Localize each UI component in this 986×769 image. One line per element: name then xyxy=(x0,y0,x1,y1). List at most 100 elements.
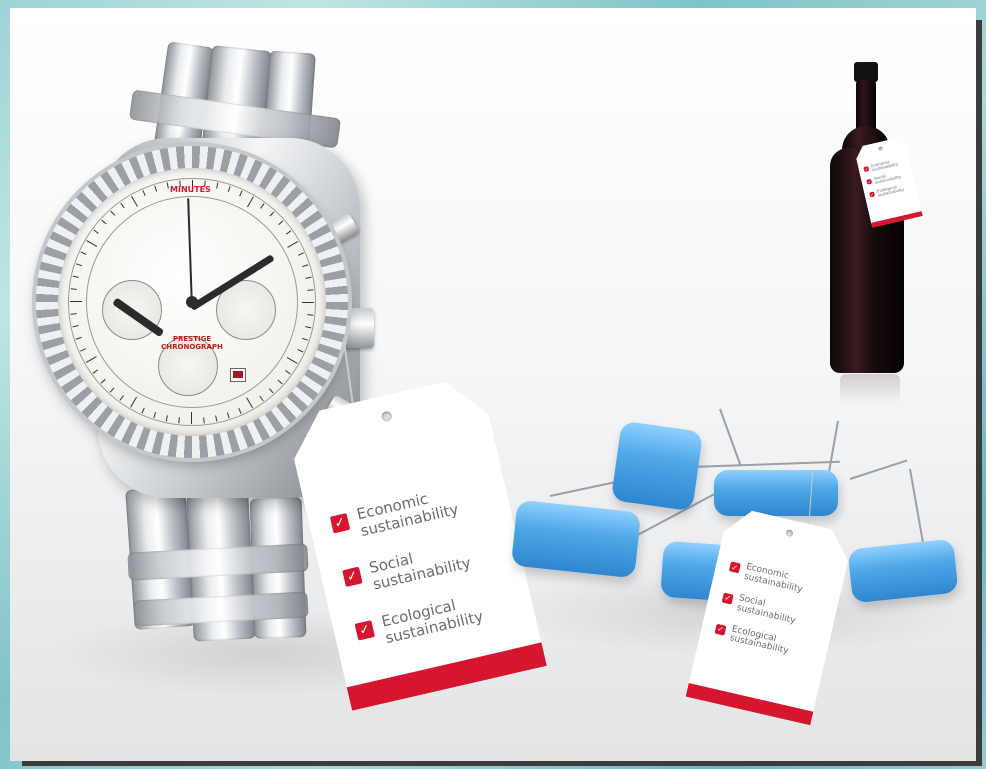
product-photo: MINUTES PRESTIGE CHRONOGRAPH ✓ Economic … xyxy=(10,8,976,761)
dial-tick xyxy=(141,407,145,414)
dial-tick xyxy=(109,387,115,393)
capacitor xyxy=(510,499,642,579)
tag-text: Economic sustainability xyxy=(355,489,461,540)
dial-tick xyxy=(277,379,283,385)
dial-tick xyxy=(307,314,314,316)
dial-tick xyxy=(191,412,192,424)
tag-hole xyxy=(785,529,793,537)
dial-tick xyxy=(203,417,205,424)
dial-tick xyxy=(70,313,77,315)
dial-tick xyxy=(131,195,138,207)
dial-tick xyxy=(286,357,298,364)
dial-tick xyxy=(80,251,87,255)
dial-tick xyxy=(307,289,314,291)
tag-line-economic: ✓ Economic sustainability xyxy=(727,559,805,595)
tag-red-band xyxy=(347,642,547,710)
capacitor xyxy=(847,538,959,604)
dial-tick xyxy=(166,182,169,189)
dial-tick xyxy=(287,241,299,248)
capacitor-lead xyxy=(689,460,840,468)
tag-lines: ✓ Economic sustainability ✓ Social susta… xyxy=(329,484,485,652)
dial-tick xyxy=(110,210,116,216)
dial-text-2: CHRONOGRAPH xyxy=(161,342,223,351)
dial-tick xyxy=(297,252,304,256)
dial-tick xyxy=(93,229,99,234)
dial-tick xyxy=(92,369,99,374)
hands-center xyxy=(186,296,198,308)
tag-line-ecological: ✓ Ecological sustainability xyxy=(713,621,791,657)
dial-tick xyxy=(85,356,97,363)
tag-hole xyxy=(381,410,393,422)
dial-tick xyxy=(269,211,275,217)
check-icon: ✓ xyxy=(723,593,733,604)
dial-tick xyxy=(278,220,284,226)
capacitor-lead xyxy=(719,408,742,466)
tag-line-economic: ✓ Economic sustainability xyxy=(329,484,460,545)
dial-tick xyxy=(246,397,253,409)
dial-tick xyxy=(165,415,168,422)
dial-tick xyxy=(72,275,79,278)
dial-tick xyxy=(86,240,98,247)
tag-text: Social sustainability xyxy=(367,549,473,594)
dial-tick xyxy=(305,276,312,279)
date-indicator xyxy=(233,371,243,378)
dial-tick xyxy=(70,288,77,290)
dial-tick xyxy=(302,264,309,268)
dial-brand: PRESTIGE CHRONOGRAPH xyxy=(58,335,326,351)
tag-hole xyxy=(878,146,883,151)
tag-lines: ✓ Economic sustainability ✓ Social susta… xyxy=(863,158,904,199)
tag-text: Ecological sustainability xyxy=(876,183,905,198)
tag-text: Social sustainability xyxy=(735,593,797,626)
dial-tick xyxy=(130,396,137,408)
dial-tick xyxy=(259,395,264,402)
check-icon: ✓ xyxy=(866,178,872,185)
bottle-reflection xyxy=(840,374,900,404)
tag-text: Ecological sustainability xyxy=(728,623,790,657)
tag-line-social: ✓ Social sustainability xyxy=(720,590,798,626)
sustainability-tag-medium: ✓ Economic sustainability ✓ Social susta… xyxy=(686,506,855,726)
dial-tick xyxy=(142,190,146,197)
dial-tick xyxy=(227,185,231,192)
dial-tick xyxy=(216,182,219,189)
check-icon: ✓ xyxy=(869,191,875,197)
dial-tick xyxy=(72,325,79,328)
dial-tick xyxy=(178,417,180,424)
watch-dial: MINUTES PRESTIGE CHRONOGRAPH xyxy=(58,168,326,436)
dial-tick xyxy=(268,388,274,394)
dial-tick xyxy=(100,378,106,384)
dial-tick xyxy=(260,203,265,209)
dial-tick xyxy=(154,185,158,192)
check-icon: ✓ xyxy=(716,624,725,635)
dial-tick xyxy=(226,412,230,419)
check-icon: ✓ xyxy=(330,513,350,533)
tag-text: Ecological sustainability xyxy=(379,596,485,647)
minutes-label: MINUTES xyxy=(170,185,211,194)
dial-tick xyxy=(101,219,107,225)
tag-text: Social sustainability xyxy=(873,173,902,186)
dial-tick xyxy=(215,415,218,422)
check-icon: ✓ xyxy=(342,567,362,587)
date-window xyxy=(230,368,246,382)
dial-tick xyxy=(75,263,82,267)
tag-line-ecological: ✓ Ecological sustainability xyxy=(354,592,485,653)
dial-tick xyxy=(120,202,125,209)
tag-lines: ✓ Economic sustainability ✓ Social susta… xyxy=(713,559,806,657)
dial-tick xyxy=(247,196,254,208)
tag-line-social: ✓ Social sustainability xyxy=(341,538,472,599)
check-icon: ✓ xyxy=(730,562,740,573)
capacitor xyxy=(714,470,838,516)
capacitor xyxy=(610,420,704,512)
check-icon: ✓ xyxy=(864,166,869,172)
dial-tick xyxy=(153,412,157,419)
dial-tick xyxy=(238,407,242,414)
tag-red-band xyxy=(686,683,814,725)
dial-tick xyxy=(285,370,291,375)
capacitor-lead xyxy=(849,459,908,480)
check-icon: ✓ xyxy=(355,620,375,640)
dial-tick xyxy=(305,326,312,329)
tag-text: Economic sustainability xyxy=(870,159,899,173)
dial-tick xyxy=(239,190,243,197)
dial-tick xyxy=(119,395,124,401)
tag-text: Economic sustainability xyxy=(742,562,804,595)
dial-tick xyxy=(302,302,314,303)
